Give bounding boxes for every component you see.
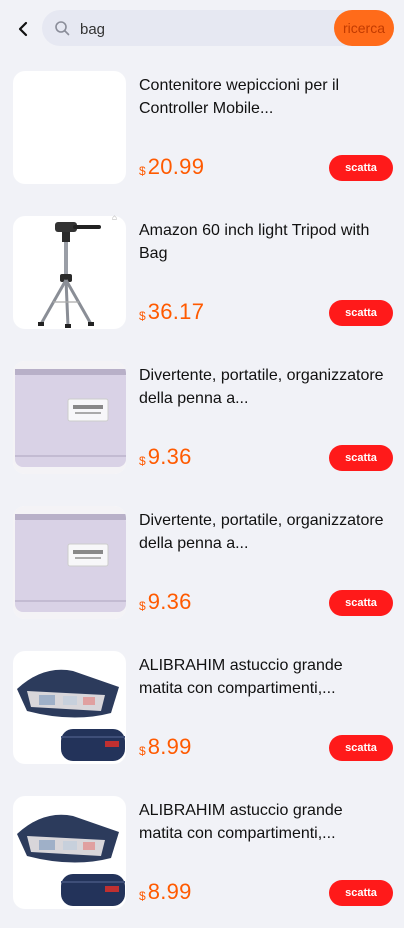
product-price: $ 8.99: [139, 734, 192, 760]
product-price: $ 9.36: [139, 444, 192, 470]
currency-symbol: $: [139, 599, 146, 613]
product-title[interactable]: Contenitore wepiccioni per il Controller…: [139, 74, 384, 120]
product-image[interactable]: [13, 796, 126, 909]
currency-symbol: $: [139, 744, 146, 758]
price-value: 8.99: [147, 734, 192, 759]
product-card[interactable]: ALIBRAHIM astuccio grande matita con com…: [0, 783, 404, 928]
product-price: $ 20.99: [139, 154, 204, 180]
currency-symbol: $: [139, 454, 146, 468]
product-card[interactable]: Divertente, portatile, organizzatore del…: [0, 493, 404, 638]
product-card[interactable]: ⌂ Amazon 60 inch light Tripod with Bag $…: [0, 203, 404, 348]
product-title[interactable]: Amazon 60 inch light Tripod with Bag: [139, 219, 384, 265]
search-icon: [55, 21, 70, 36]
price-value: 8.99: [147, 879, 192, 904]
product-image[interactable]: [13, 71, 126, 184]
product-price: $ 36.17: [139, 299, 204, 325]
scatta-button[interactable]: scatta: [329, 590, 393, 616]
price-value: 36.17: [147, 299, 205, 324]
product-price: $ 9.36: [139, 589, 192, 615]
product-title[interactable]: Divertente, portatile, organizzatore del…: [139, 509, 384, 555]
product-title[interactable]: ALIBRAHIM astuccio grande matita con com…: [139, 799, 384, 845]
scatta-button[interactable]: scatta: [329, 155, 393, 181]
top-bar: ricerca: [0, 0, 404, 58]
back-button[interactable]: [10, 14, 36, 44]
search-button[interactable]: ricerca: [334, 10, 394, 46]
currency-symbol: $: [139, 309, 146, 323]
scatta-button[interactable]: scatta: [329, 445, 393, 471]
pencil-case-image: [17, 814, 125, 906]
scatta-button[interactable]: scatta: [329, 880, 393, 906]
pencil-case-image: [17, 669, 125, 761]
image-badge-icon: ⌂: [112, 213, 117, 222]
product-image[interactable]: [13, 216, 126, 329]
price-value: 9.36: [147, 444, 192, 469]
pen-pouch-image: [13, 361, 126, 474]
product-card[interactable]: ALIBRAHIM astuccio grande matita con com…: [0, 638, 404, 783]
product-image[interactable]: [13, 651, 126, 764]
currency-symbol: $: [139, 889, 146, 903]
search-input[interactable]: [78, 16, 312, 42]
product-image[interactable]: [13, 361, 126, 474]
chevron-left-icon: [18, 21, 28, 37]
price-value: 9.36: [147, 589, 192, 614]
scatta-button[interactable]: scatta: [329, 735, 393, 761]
product-card[interactable]: Divertente, portatile, organizzatore del…: [0, 348, 404, 493]
product-title[interactable]: Divertente, portatile, organizzatore del…: [139, 364, 384, 410]
search-bar: ricerca: [42, 10, 394, 46]
scatta-button[interactable]: scatta: [329, 300, 393, 326]
price-value: 20.99: [147, 154, 205, 179]
pen-pouch-image: [13, 506, 126, 619]
tripod-image: [38, 222, 101, 328]
product-title[interactable]: ALIBRAHIM astuccio grande matita con com…: [139, 654, 384, 700]
product-image[interactable]: [13, 506, 126, 619]
currency-symbol: $: [139, 164, 146, 178]
product-price: $ 8.99: [139, 879, 192, 905]
product-card[interactable]: Contenitore wepiccioni per il Controller…: [0, 58, 404, 203]
